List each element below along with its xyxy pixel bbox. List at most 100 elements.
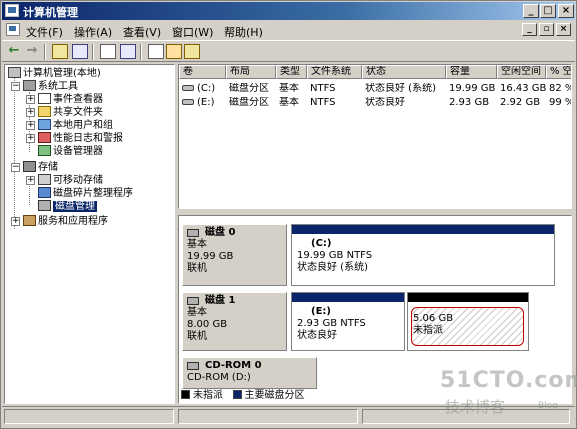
- legend: 未指派 主要磁盘分区: [181, 390, 305, 402]
- refresh-icon[interactable]: [148, 44, 164, 59]
- tree-item-shared-folders[interactable]: + 共享文件夹: [26, 106, 103, 119]
- unallocated-space[interactable]: 5.06 GB 未指派: [407, 292, 529, 351]
- tree-item-event-viewer[interactable]: + 事件查看器: [26, 93, 103, 106]
- disk-0-label[interactable]: 磁盘 0 基本 19.99 GB 联机: [182, 224, 287, 286]
- capacity-cell: 2.93 GB: [449, 97, 490, 108]
- filesystem-cell: NTFS: [310, 97, 336, 108]
- status-cell: 状态良好: [365, 97, 405, 108]
- forward-arrow-icon[interactable]: →: [24, 44, 40, 59]
- collapse-icon[interactable]: −: [11, 163, 20, 172]
- tree-item-perf-logs[interactable]: + 性能日志和警报: [26, 132, 123, 145]
- unallocated-bar: [408, 293, 528, 302]
- collapse-icon[interactable]: −: [11, 82, 20, 91]
- device-manager-icon: [38, 145, 51, 156]
- menu-window[interactable]: 窗口(W): [172, 24, 213, 40]
- removable-storage-icon: [38, 174, 51, 185]
- filesystem-cell: NTFS: [310, 83, 336, 94]
- toolbar-separator: [140, 44, 142, 60]
- tree-item-removable-storage[interactable]: + 可移动存储: [26, 174, 103, 187]
- volume-cell: (C:): [182, 83, 226, 95]
- column-header-status[interactable]: 状态: [362, 65, 446, 79]
- users-icon: [38, 119, 51, 130]
- menu-view[interactable]: 查看(V): [123, 24, 161, 40]
- partition-c[interactable]: (C:) 19.99 GB NTFS 状态良好 (系统): [291, 224, 555, 286]
- column-header-filesystem[interactable]: 文件系统: [307, 65, 362, 79]
- partition-e[interactable]: (E:) 2.93 GB NTFS 状态良好: [291, 292, 405, 351]
- free-space-cell: 2.92 GB: [500, 97, 541, 108]
- status-cell: 状态良好 (系统): [365, 83, 436, 94]
- menu-action[interactable]: 操作(A): [74, 24, 112, 40]
- up-folder-icon[interactable]: [52, 44, 68, 59]
- column-header-free-space[interactable]: 空闲空间: [497, 65, 546, 79]
- type-cell: 基本: [279, 97, 299, 108]
- type-cell: 基本: [279, 83, 299, 94]
- column-header-percent-free[interactable]: % 空: [546, 65, 571, 79]
- status-cell-1: [4, 409, 174, 424]
- tree-item-system-tools[interactable]: − 系统工具: [11, 80, 78, 93]
- status-cell-2: [178, 409, 358, 424]
- tree-item-local-users[interactable]: + 本地用户和组: [26, 119, 113, 132]
- show-hide-tree-icon[interactable]: [72, 44, 88, 59]
- expand-icon[interactable]: +: [26, 121, 35, 130]
- expand-icon[interactable]: +: [26, 95, 35, 104]
- close-button[interactable]: ×: [558, 4, 574, 18]
- export-list-icon[interactable]: [166, 44, 182, 59]
- toolbox-icon: [23, 80, 36, 91]
- unallocated-swatch: [181, 390, 190, 399]
- watermark-blog: Blog: [538, 401, 558, 411]
- tree-item-root[interactable]: 计算机管理(本地): [8, 67, 101, 80]
- cdrom-0-label[interactable]: CD-ROM 0 CD-ROM (D:): [182, 357, 317, 389]
- tree-item-storage[interactable]: − 存储: [11, 161, 58, 174]
- column-header-capacity[interactable]: 容量: [446, 65, 497, 79]
- computer-management-window: 计算机管理 _ □ × 文件(F) 操作(A) 查看(V) 窗口(W) 帮助(H…: [0, 0, 577, 429]
- tree-item-services[interactable]: + 服务和应用程序: [11, 215, 108, 228]
- mdi-restore-button[interactable]: ▫: [539, 23, 554, 36]
- maximize-button[interactable]: □: [540, 4, 556, 18]
- menu-file[interactable]: 文件(F): [26, 24, 63, 40]
- shared-folder-icon: [38, 106, 51, 117]
- computer-management-icon: [5, 4, 19, 17]
- layout-cell: 磁盘分区: [229, 83, 269, 94]
- tree-item-disk-management[interactable]: 磁盘管理: [38, 200, 97, 213]
- minimize-button[interactable]: _: [523, 4, 539, 18]
- primary-partition-bar: [292, 293, 404, 302]
- mdi-minimize-button[interactable]: _: [522, 23, 537, 36]
- services-icon: [23, 215, 36, 226]
- event-log-icon: [38, 93, 51, 104]
- disk-icon: [187, 297, 199, 305]
- performance-icon: [38, 132, 51, 143]
- menu-help[interactable]: 帮助(H): [224, 24, 263, 40]
- document-icon[interactable]: [6, 23, 20, 36]
- expand-icon[interactable]: +: [11, 217, 20, 226]
- expand-icon[interactable]: +: [26, 134, 35, 143]
- expand-icon[interactable]: +: [26, 108, 35, 117]
- expand-icon[interactable]: +: [26, 176, 35, 185]
- drive-icon: [182, 85, 194, 91]
- tree-item-device-manager[interactable]: 设备管理器: [38, 145, 103, 158]
- toolbar-separator: [44, 44, 46, 60]
- console-tree: 计算机管理(本地) − 系统工具 + 事件查看器 + 共享文件夹 + 本地用户和…: [4, 64, 175, 404]
- computer-icon: [8, 67, 21, 78]
- tree-item-defrag[interactable]: 磁盘碎片整理程序: [38, 187, 133, 200]
- back-arrow-icon[interactable]: ←: [6, 44, 22, 59]
- properties-icon[interactable]: [120, 44, 136, 59]
- toolbar-separator: [92, 44, 94, 60]
- disk-management-icon: [38, 200, 51, 211]
- column-header-layout[interactable]: 布局: [226, 65, 276, 79]
- help-icon[interactable]: [100, 44, 116, 59]
- settings-icon[interactable]: [184, 44, 200, 59]
- drive-icon: [182, 99, 194, 105]
- primary-partition-bar: [292, 225, 554, 234]
- column-header-type[interactable]: 类型: [276, 65, 307, 79]
- defrag-icon: [38, 187, 51, 198]
- pane-splitter[interactable]: [178, 211, 572, 214]
- mdi-close-button[interactable]: ×: [556, 23, 571, 36]
- volume-cell: (E:): [182, 97, 226, 109]
- disk-1-label[interactable]: 磁盘 1 基本 8.00 GB 联机: [182, 292, 287, 351]
- free-space-cell: 16.43 GB: [500, 83, 546, 94]
- watermark-site: 51CTO.com: [440, 368, 577, 393]
- cdrom-icon: [187, 362, 199, 370]
- column-header-volume[interactable]: 卷: [179, 65, 226, 79]
- title-bar[interactable]: 计算机管理 _ □ ×: [2, 2, 575, 20]
- percent-free-cell: 82 %: [549, 83, 572, 94]
